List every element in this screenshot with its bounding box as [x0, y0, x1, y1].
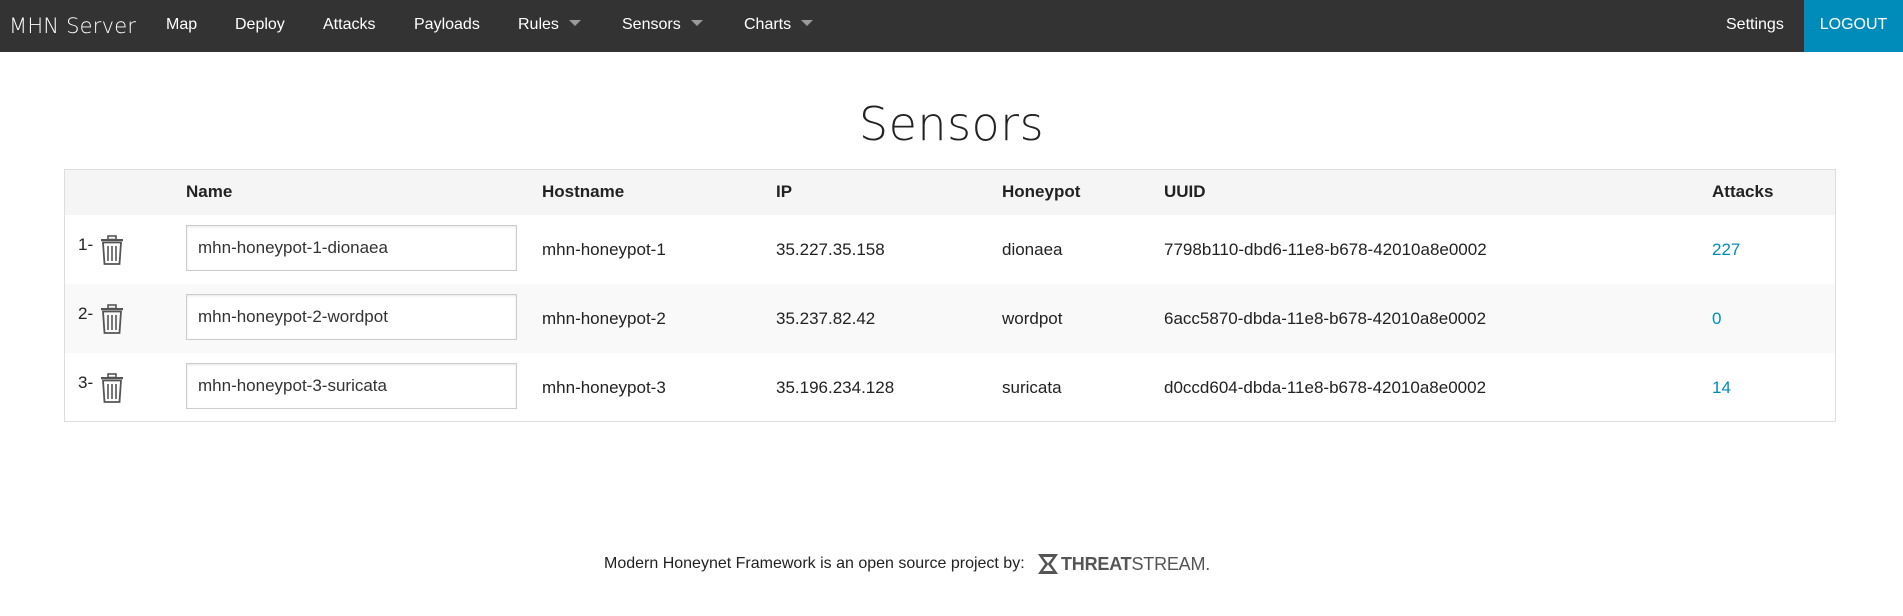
- column-header-name: Name: [186, 182, 233, 201]
- trash-icon[interactable]: [98, 304, 126, 334]
- nav-deploy[interactable]: Deploy: [235, 0, 285, 52]
- sensors-table: Name Hostname IP Honeypot UUID Attacks 1…: [64, 169, 1836, 422]
- uuid-cell: 7798b110-dbd6-11e8-b678-42010a8e0002: [1164, 240, 1487, 259]
- hostname-cell: mhn-honeypot-1: [542, 240, 666, 259]
- column-header-honeypot: Honeypot: [1002, 182, 1081, 201]
- attacks-count-link[interactable]: 14: [1712, 378, 1731, 397]
- brand-link[interactable]: MHN Server: [9, 0, 136, 52]
- threatstream-wordmark: THREATSTREAM.: [1061, 554, 1210, 575]
- attacks-count-link[interactable]: 227: [1712, 240, 1740, 259]
- attacks-count-link[interactable]: 0: [1712, 309, 1721, 328]
- nav-charts-label: Charts: [744, 16, 792, 33]
- ip-cell: 35.227.35.158: [776, 240, 885, 259]
- table-row: 2- mhn-honeypot-2 35.237.82.42 wordpot 6…: [65, 284, 1835, 353]
- footer-text: Modern Honeynet Framework is an open sou…: [604, 555, 1025, 572]
- logout-button[interactable]: LOGOUT: [1804, 0, 1903, 52]
- row-number: 3-: [78, 373, 94, 392]
- chevron-down-icon: [690, 19, 703, 26]
- chevron-down-icon: [568, 19, 581, 26]
- chevron-down-icon: [801, 19, 814, 26]
- nav-rules-dropdown[interactable]: Rules: [518, 0, 581, 52]
- logo-light-text: STREAM.: [1131, 553, 1211, 574]
- sensor-name-input[interactable]: [186, 225, 517, 271]
- nav-settings[interactable]: Settings: [1726, 0, 1784, 52]
- nav-attacks[interactable]: Attacks: [323, 0, 375, 52]
- nav-map[interactable]: Map: [166, 0, 197, 52]
- top-navbar: MHN Server Map Deploy Attacks Payloads R…: [0, 0, 1903, 52]
- nav-charts-dropdown[interactable]: Charts: [744, 0, 814, 52]
- footer: Modern Honeynet Framework is an open sou…: [0, 552, 1903, 576]
- page-title: Sensors: [858, 97, 1045, 151]
- ip-cell: 35.196.234.128: [776, 378, 895, 397]
- attacks-cell: 14: [1712, 353, 1731, 422]
- table-header: Name Hostname IP Honeypot UUID Attacks: [65, 170, 1835, 215]
- honeypot-cell: dionaea: [1002, 240, 1063, 259]
- honeypot-cell: wordpot: [1002, 309, 1063, 328]
- trash-icon[interactable]: [98, 373, 126, 403]
- nav-payloads[interactable]: Payloads: [414, 0, 480, 52]
- attacks-cell: 227: [1712, 215, 1740, 284]
- uuid-cell: d0ccd604-dbda-11e8-b678-42010a8e0002: [1164, 378, 1487, 397]
- nav-sensors-label: Sensors: [622, 16, 681, 33]
- uuid-cell: 6acc5870-dbda-11e8-b678-42010a8e0002: [1164, 309, 1487, 328]
- row-number: 1-: [78, 235, 94, 254]
- honeypot-cell: suricata: [1002, 378, 1062, 397]
- nav-rules-label: Rules: [518, 16, 559, 33]
- logo-bold-text: THREAT: [1061, 553, 1132, 574]
- table-row: 3- mhn-honeypot-3 35.196.234.128 suricat…: [65, 353, 1835, 422]
- hostname-cell: mhn-honeypot-3: [542, 378, 666, 397]
- table-row: 1- mhn-honeypot-1 35.227.35.158 dionaea …: [65, 215, 1835, 284]
- sensor-name-input[interactable]: [186, 363, 517, 409]
- hostname-cell: mhn-honeypot-2: [542, 309, 666, 328]
- column-header-hostname: Hostname: [542, 182, 625, 201]
- attacks-cell: 0: [1712, 284, 1721, 353]
- trash-icon[interactable]: [98, 235, 126, 265]
- sensor-name-input[interactable]: [186, 294, 517, 340]
- column-header-ip: IP: [776, 182, 793, 201]
- column-header-uuid: UUID: [1164, 182, 1206, 201]
- nav-sensors-dropdown[interactable]: Sensors: [622, 0, 703, 52]
- threatstream-mark-icon: [1038, 554, 1058, 574]
- ip-cell: 35.237.82.42: [776, 309, 876, 328]
- row-number: 2-: [78, 304, 94, 323]
- threatstream-logo[interactable]: THREATSTREAM.: [1036, 553, 1210, 575]
- column-header-attacks: Attacks: [1712, 182, 1774, 201]
